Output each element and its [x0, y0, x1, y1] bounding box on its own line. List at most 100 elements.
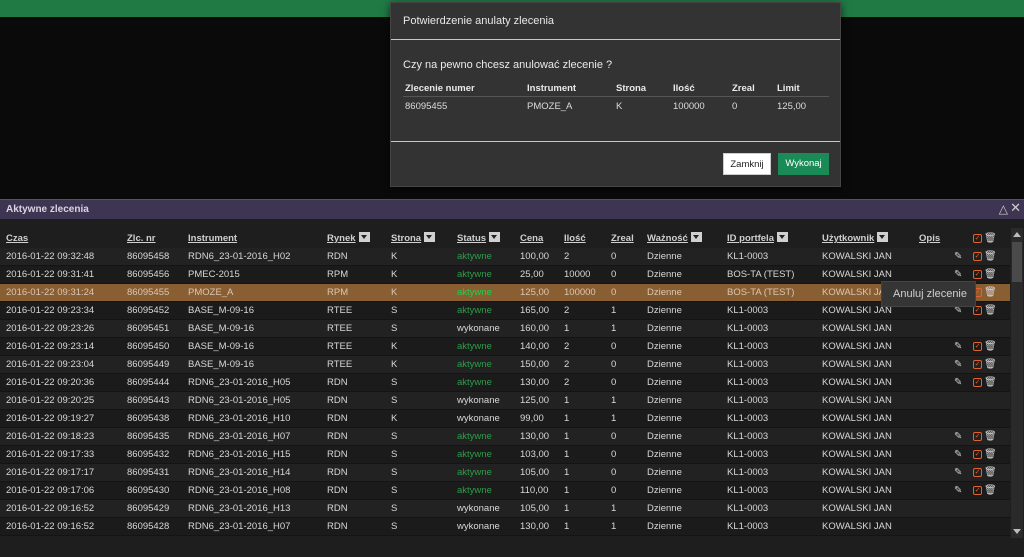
- cancel-check-icon[interactable]: ✓: [973, 342, 982, 351]
- cell-market: RTEE: [327, 305, 353, 316]
- header-col-time[interactable]: Czas: [6, 228, 28, 248]
- cancel-check-icon[interactable]: ✓: [973, 450, 982, 459]
- pencil-icon[interactable]: ✎: [954, 269, 962, 281]
- table-row[interactable]: 2016-01-22 09:19:27 86095438 RDN6_23-01-20…: [0, 410, 1010, 428]
- filter-dropdown-icon[interactable]: [489, 232, 501, 243]
- trash-icon[interactable]: 🗑: [984, 377, 997, 389]
- header-col-status[interactable]: Status: [457, 228, 501, 248]
- header-label[interactable]: ID portfela: [727, 233, 774, 244]
- filter-dropdown-icon[interactable]: [776, 232, 788, 243]
- header-label[interactable]: Instrument: [188, 233, 237, 244]
- trash-icon[interactable]: 🗑: [984, 431, 997, 443]
- table-row[interactable]: 2016-01-22 09:18:23 86095435 RDN6_23-01-20…: [0, 428, 1010, 446]
- table-row[interactable]: 2016-01-22 09:23:04 86095449 BASE_M-09-16 R…: [0, 356, 1010, 374]
- pencil-icon[interactable]: ✎: [954, 377, 962, 389]
- trash-icon[interactable]: 🗑: [984, 251, 997, 263]
- header-label[interactable]: Użytkownik: [822, 233, 874, 244]
- pencil-icon[interactable]: ✎: [954, 467, 962, 479]
- execute-button[interactable]: Wykonaj: [778, 153, 829, 175]
- cell-user: KOWALSKI JAN: [822, 377, 892, 388]
- close-icon[interactable]: ✕: [1010, 200, 1021, 216]
- header-col-order-number[interactable]: Zlc. nr: [127, 228, 156, 248]
- header-label[interactable]: Rynek: [327, 233, 356, 244]
- cancel-check-icon[interactable]: ✓: [973, 234, 982, 243]
- header-col-portfolio-id[interactable]: ID portfela: [727, 228, 788, 248]
- table-row[interactable]: 2016-01-22 09:23:14 86095450 BASE_M-09-16 R…: [0, 338, 1010, 356]
- cancel-check-icon[interactable]: ✓: [973, 378, 982, 387]
- trash-icon[interactable]: 🗑: [984, 233, 997, 245]
- table-row[interactable]: 2016-01-22 09:16:52 86095429 RDN6_23-01-20…: [0, 500, 1010, 518]
- filter-dropdown-icon[interactable]: [690, 232, 702, 243]
- table-row[interactable]: 2016-01-22 09:17:17 86095431 RDN6_23-01-20…: [0, 464, 1010, 482]
- cell-price: 100,00: [520, 251, 550, 262]
- trash-icon[interactable]: 🗑: [984, 449, 997, 461]
- table-row[interactable]: 2016-01-22 09:23:34 86095452 BASE_M-09-16 R…: [0, 302, 1010, 320]
- header-col-market[interactable]: Rynek: [327, 228, 370, 248]
- cancel-check-icon[interactable]: ✓: [973, 306, 982, 315]
- table-row[interactable]: 2016-01-22 09:20:25 86095443 RDN6_23-01-20…: [0, 392, 1010, 410]
- cell-time: 2016-01-22 09:32:48: [6, 251, 95, 262]
- collapse-triangle-icon[interactable]: △: [999, 202, 1008, 216]
- filter-dropdown-icon[interactable]: [424, 232, 436, 243]
- cancel-check-icon[interactable]: ✓: [973, 432, 982, 441]
- dialog-col-instrument: Instrument: [527, 83, 577, 94]
- header-col-quantity[interactable]: Ilość: [564, 228, 586, 248]
- cell-time: 2016-01-22 09:20:36: [6, 377, 95, 388]
- table-row[interactable]: 2016-01-22 09:31:41 86095456 PMEC-2015 RPM K…: [0, 266, 1010, 284]
- pencil-icon[interactable]: ✎: [954, 431, 962, 443]
- header-label[interactable]: Opis: [919, 233, 940, 244]
- cell-user: KOWALSKI JAN: [822, 485, 892, 496]
- header-label[interactable]: Czas: [6, 233, 28, 244]
- trash-icon[interactable]: 🗑: [984, 467, 997, 479]
- header-col-instrument[interactable]: Instrument: [188, 228, 237, 248]
- scrollbar-thumb[interactable]: [1012, 242, 1022, 282]
- trash-icon[interactable]: 🗑: [984, 341, 997, 353]
- cell-realized: 0: [611, 449, 617, 460]
- table-row[interactable]: 2016-01-22 09:32:48 86095458 RDN6_23-01-20…: [0, 248, 1010, 266]
- header-label[interactable]: Cena: [520, 233, 543, 244]
- close-button[interactable]: Zamknij: [723, 153, 771, 175]
- header-col-validity[interactable]: Ważność: [647, 228, 702, 248]
- table-row[interactable]: 2016-01-22 09:31:24 86095455 PMOZE_A RPM Kak…: [0, 284, 1010, 302]
- header-col-description[interactable]: Opis: [919, 228, 940, 248]
- cell-side: K: [391, 269, 398, 280]
- header-label[interactable]: Status: [457, 233, 486, 244]
- trash-icon[interactable]: 🗑: [984, 287, 997, 299]
- trash-icon[interactable]: 🗑: [984, 305, 997, 317]
- header-label[interactable]: Ważność: [647, 233, 688, 244]
- cancel-check-icon[interactable]: ✓: [973, 270, 982, 279]
- cell-side: S: [391, 467, 398, 478]
- cancel-check-icon[interactable]: ✓: [973, 468, 982, 477]
- scroll-up-icon[interactable]: [1013, 232, 1021, 237]
- pencil-icon[interactable]: ✎: [954, 449, 962, 461]
- header-col-side[interactable]: Strona: [391, 228, 436, 248]
- table-row[interactable]: 2016-01-22 09:17:33 86095432 RDN6_23-01-20…: [0, 446, 1010, 464]
- cancel-check-icon[interactable]: ✓: [973, 486, 982, 495]
- header-col-user[interactable]: Użytkownik: [822, 228, 889, 248]
- cancel-check-icon[interactable]: ✓: [973, 360, 982, 369]
- header-label[interactable]: Zreal: [611, 233, 634, 244]
- trash-icon[interactable]: 🗑: [984, 359, 997, 371]
- vertical-scrollbar[interactable]: [1011, 228, 1023, 538]
- header-label[interactable]: Strona: [391, 233, 421, 244]
- table-row[interactable]: 2016-01-22 09:23:26 86095451 BASE_M-09-16 R…: [0, 320, 1010, 338]
- cell-quantity: 100000: [564, 287, 596, 298]
- filter-dropdown-icon[interactable]: [358, 232, 370, 243]
- cell-validity: Dzienne: [647, 449, 682, 460]
- table-row[interactable]: 2016-01-22 09:20:36 86095444 RDN6_23-01-20…: [0, 374, 1010, 392]
- scroll-down-icon[interactable]: [1013, 529, 1021, 534]
- filter-dropdown-icon[interactable]: [877, 232, 889, 243]
- header-label[interactable]: Ilość: [564, 233, 586, 244]
- table-row[interactable]: 2016-01-22 09:16:52 86095428 RDN6_23-01-20…: [0, 518, 1010, 536]
- cancel-check-icon[interactable]: ✓: [973, 252, 982, 261]
- table-row[interactable]: 2016-01-22 09:17:06 86095430 RDN6_23-01-20…: [0, 482, 1010, 500]
- header-col-price[interactable]: Cena: [520, 228, 543, 248]
- pencil-icon[interactable]: ✎: [954, 341, 962, 353]
- pencil-icon[interactable]: ✎: [954, 485, 962, 497]
- pencil-icon[interactable]: ✎: [954, 251, 962, 263]
- trash-icon[interactable]: 🗑: [984, 269, 997, 281]
- trash-icon[interactable]: 🗑: [984, 485, 997, 497]
- header-col-realized[interactable]: Zreal: [611, 228, 634, 248]
- header-label[interactable]: Zlc. nr: [127, 233, 156, 244]
- pencil-icon[interactable]: ✎: [954, 359, 962, 371]
